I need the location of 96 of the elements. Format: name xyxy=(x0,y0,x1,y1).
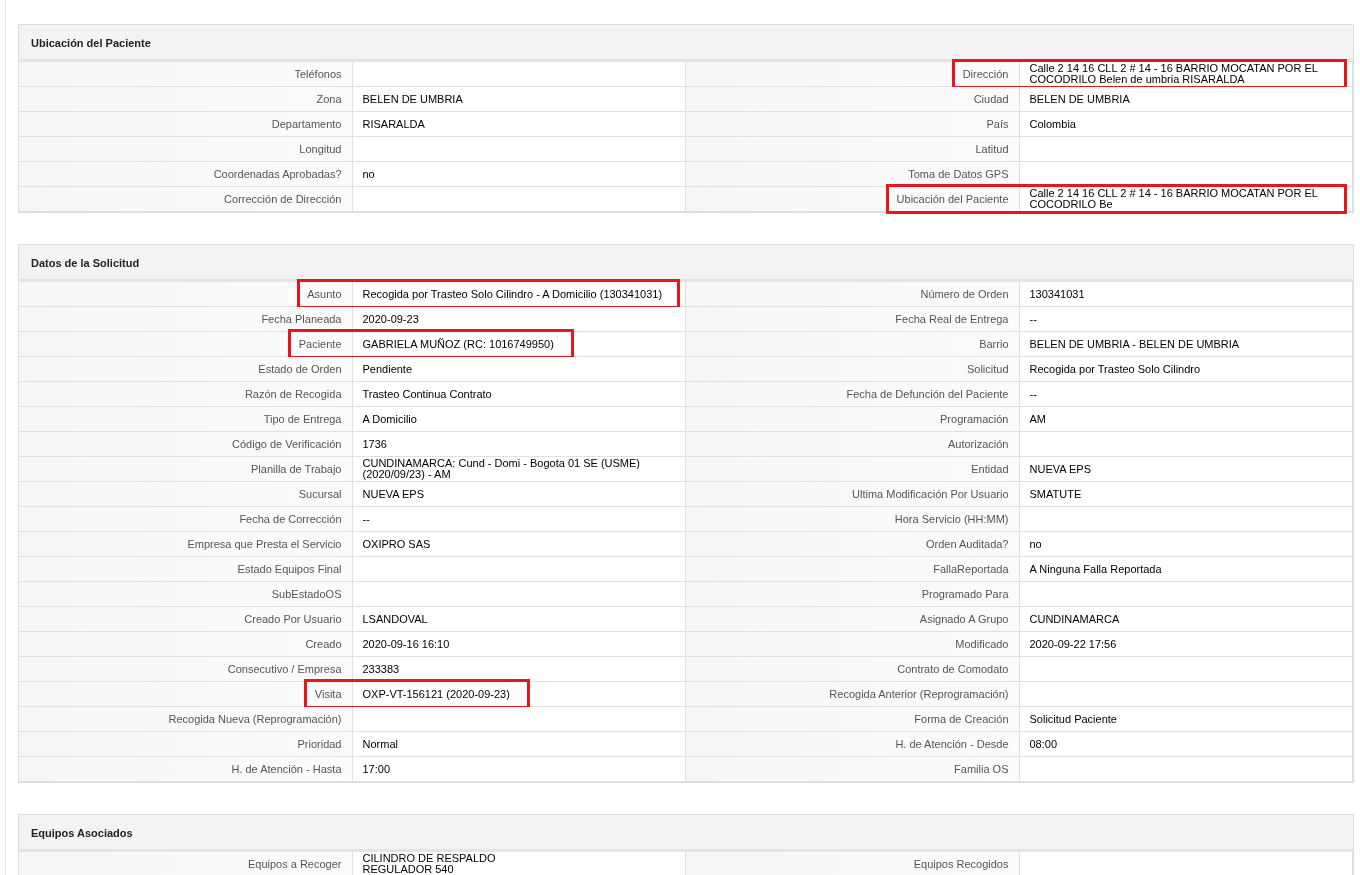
field-label: Dirección xyxy=(962,68,1009,80)
field-value: NUEVA EPS xyxy=(362,488,425,500)
field-label: Empresa que Presta el Servicio xyxy=(187,538,342,550)
field-value: OXIPRO SAS xyxy=(362,538,431,550)
field-value: Calle 2 14 16 CLL 2 # 14 - 16 BARRIO MOCATAN POR EL COCODRILO Be xyxy=(1029,188,1319,210)
field-value: no xyxy=(362,168,375,180)
field-value: Calle 2 14 16 CLL 2 # 14 - 16 BARRIO MOCATAN POR EL COCODRILO Belen de umbria RISARALDA xyxy=(1029,63,1319,85)
section-title: Ubicación del Paciente xyxy=(19,25,1353,62)
field-label: FallaReportada xyxy=(933,563,1009,575)
section-title: Datos de la Solicitud xyxy=(19,245,1353,282)
field-label: Código de Verificación xyxy=(232,438,342,450)
field-label: Latitud xyxy=(975,143,1009,155)
field-value: OXP-VT-156121 (2020-09-23) xyxy=(362,688,510,700)
field-label: Planilla de Trabajo xyxy=(251,463,342,475)
field-label: Programación xyxy=(940,413,1009,425)
field-value: A Domicilio xyxy=(362,413,417,425)
field-label: Consecutivo / Empresa xyxy=(227,663,342,675)
field-label: Familia OS xyxy=(954,763,1009,775)
field-value: RISARALDA xyxy=(362,118,425,130)
field-value: 08:00 xyxy=(1029,738,1058,750)
field-label: Forma de Creación xyxy=(914,713,1009,725)
field-label: Programado Para xyxy=(921,588,1009,600)
field-label: Paciente xyxy=(298,338,342,350)
field-value: Recogida por Trasteo Solo Cilindro xyxy=(1029,363,1201,375)
field-label: Hora Servicio (HH:MM) xyxy=(894,513,1009,525)
field-label: Fecha de Defunción del Paciente xyxy=(846,388,1009,400)
field-value: 1736 xyxy=(362,438,387,450)
field-value: 17:00 xyxy=(362,763,391,775)
field-label: Longitud xyxy=(299,143,342,155)
field-value: 2020-09-22 17:56 xyxy=(1029,638,1117,650)
field-value: -- xyxy=(362,513,370,525)
field-value: -- xyxy=(1029,313,1037,325)
field-value: AM xyxy=(1029,413,1046,425)
field-value: BELEN DE UMBRIA xyxy=(362,93,463,105)
field-label: Creado Por Usuario xyxy=(244,613,342,625)
field-value: 130341031 xyxy=(1029,288,1085,300)
field-label: Modificado xyxy=(955,638,1009,650)
section-title: Equipos Asociados xyxy=(19,815,1353,852)
field-label: H. de Atención - Hasta xyxy=(231,763,342,775)
field-value: BELEN DE UMBRIA xyxy=(1029,93,1130,105)
field-value: 233383 xyxy=(362,663,400,675)
field-label: Estado de Orden xyxy=(258,363,342,375)
field-label: Corrección de Dirección xyxy=(224,193,342,205)
field-label: Asignado A Grupo xyxy=(919,613,1009,625)
field-label: Sucursal xyxy=(298,488,342,500)
field-label: Estado Equipos Final xyxy=(237,563,342,575)
field-label: Recogida Anterior (Reprogramación) xyxy=(829,688,1009,700)
field-label: Creado xyxy=(305,638,342,650)
field-label: Orden Auditada? xyxy=(925,538,1009,550)
field-value: Recogida por Trasteo Solo Cilindro - A Domicilio (130341031) xyxy=(362,288,663,300)
field-label: Entidad xyxy=(971,463,1009,475)
field-value: Trasteo Continua Contrato xyxy=(362,388,492,400)
field-value: LSANDOVAL xyxy=(362,613,428,625)
field-label: Visita xyxy=(314,688,342,700)
field-value: 2020-09-23 xyxy=(362,313,419,325)
field-label: Tipo de Entrega xyxy=(263,413,342,425)
field-value: Solicitud Paciente xyxy=(1029,713,1117,725)
field-value: SMATUTE xyxy=(1029,488,1082,500)
field-label: Coordenadas Aprobadas? xyxy=(213,168,342,180)
field-value: A Ninguna Falla Reportada xyxy=(1029,563,1162,575)
field-value: GABRIELA MUÑOZ (RC: 1016749950) xyxy=(362,338,554,350)
field-value: NUEVA EPS xyxy=(1029,463,1092,475)
field-label: Autorización xyxy=(947,438,1009,450)
field-label: SubEstadoOS xyxy=(271,588,342,600)
field-label: Fecha Real de Entrega xyxy=(895,313,1009,325)
field-label: Equipos a Recoger xyxy=(247,858,342,870)
field-value: -- xyxy=(1029,388,1037,400)
field-label: Solicitud xyxy=(966,363,1009,375)
field-label: Ultima Modificación Por Usuario xyxy=(852,488,1009,500)
field-label: Ciudad xyxy=(973,93,1009,105)
field-label: Fecha de Corrección xyxy=(239,513,342,525)
field-value: CUNDINAMARCA xyxy=(1029,613,1120,625)
field-label: Asunto xyxy=(307,288,342,300)
field-label: País xyxy=(986,118,1009,130)
field-label: Prioridad xyxy=(297,738,342,750)
field-label: Equipos Recogidos xyxy=(913,858,1009,870)
field-label: H. de Atención - Desde xyxy=(895,738,1009,750)
field-value: Normal xyxy=(362,738,398,750)
field-value: BELEN DE UMBRIA - BELEN DE UMBRIA xyxy=(1029,338,1240,350)
field-value: 2020-09-16 16:10 xyxy=(362,638,450,650)
field-label: Teléfonos xyxy=(294,68,342,80)
field-label: Número de Orden xyxy=(920,288,1009,300)
field-value: no xyxy=(1029,538,1042,550)
field-value: Colombia xyxy=(1029,118,1076,130)
field-value: CILINDRO DE RESPALDO REGULADOR 540 xyxy=(362,853,496,875)
field-label: Razón de Recogida xyxy=(244,388,342,400)
field-label: Toma de Datos GPS xyxy=(908,168,1009,180)
field-label: Fecha Planeada xyxy=(261,313,342,325)
field-label: Barrio xyxy=(979,338,1009,350)
field-value: Pendiente xyxy=(362,363,413,375)
field-label: Departamento xyxy=(271,118,342,130)
field-label: Ubicación del Paciente xyxy=(896,193,1009,205)
field-label: Recogida Nueva (Reprogramación) xyxy=(168,713,342,725)
field-value: CUNDINAMARCA: Cund - Domi - Bogota 01 SE (USME) (2020/09/23) - AM xyxy=(362,458,640,480)
field-label: Zona xyxy=(316,93,342,105)
field-label: Contrato de Comodato xyxy=(897,663,1009,675)
